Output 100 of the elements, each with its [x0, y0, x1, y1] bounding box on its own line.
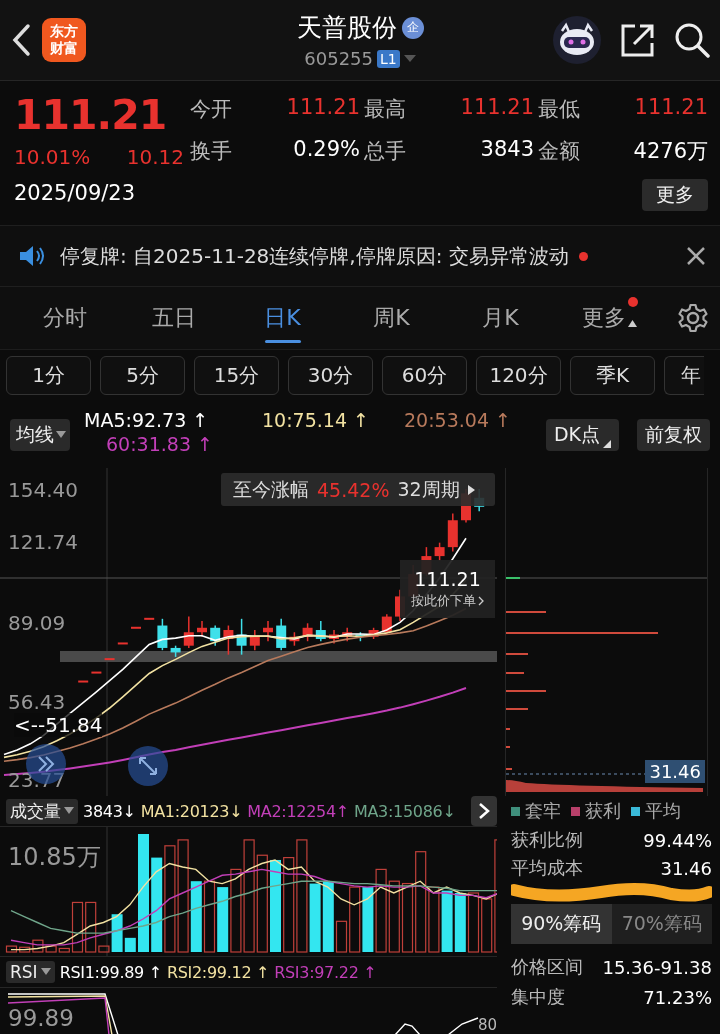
- notice-text[interactable]: 停复牌: 自2025-11-28连续停牌,停牌原因: 交易异常波动: [60, 242, 569, 270]
- diagonal-arrows-icon: [137, 755, 159, 777]
- candlestick: [368, 627, 379, 640]
- back-icon[interactable]: [10, 23, 32, 57]
- candlestick: [78, 680, 89, 683]
- chevron-right-icon: [478, 802, 490, 820]
- change-percent: 10.01%: [14, 145, 91, 169]
- period-button[interactable]: 年: [664, 356, 704, 395]
- chip-range-label: 价格区间: [511, 955, 583, 979]
- volume-bar: [467, 892, 480, 953]
- chart-tab[interactable]: 周K: [337, 287, 446, 349]
- candlestick: [276, 618, 287, 651]
- candlestick: [131, 626, 141, 629]
- share-icon[interactable]: [620, 22, 656, 58]
- range-periods: 32周期: [397, 476, 460, 502]
- chip-stat-value: 31.46: [660, 857, 712, 879]
- rsi-axis-label: 80: [478, 1016, 497, 1034]
- rsi-value: RSI3:97.22 ↑: [274, 962, 377, 982]
- candlestick: [157, 618, 168, 651]
- legend-label: 套牢: [525, 799, 561, 823]
- search-icon[interactable]: [674, 22, 710, 58]
- caret-down-icon[interactable]: [403, 54, 416, 63]
- current-price-tick: [506, 577, 520, 579]
- period-button[interactable]: 15分: [194, 356, 279, 395]
- candlestick: [183, 615, 194, 649]
- stat-label: 最高: [364, 96, 407, 123]
- close-icon[interactable]: [686, 246, 706, 266]
- volume-axis-label: 10.85万: [8, 842, 101, 873]
- chart-tab[interactable]: 月K: [446, 287, 555, 349]
- expand-arrows-button[interactable]: [128, 746, 168, 786]
- price-axis-label: 56.43: [8, 690, 66, 714]
- period-button[interactable]: 30分: [288, 356, 373, 395]
- change-amount: 10.12: [126, 145, 184, 169]
- ma-value: 10:75.14 ↑: [262, 409, 370, 431]
- volume-bar: [217, 887, 229, 952]
- chip-tab[interactable]: 70%筹码: [611, 904, 712, 944]
- period-button[interactable]: 5分: [100, 356, 185, 395]
- candlestick: [236, 618, 247, 656]
- chart-tab[interactable]: 分时: [10, 287, 119, 349]
- settings-icon[interactable]: [678, 303, 708, 333]
- candlestick: [263, 620, 273, 642]
- stat-label: 换手: [190, 138, 233, 165]
- average-cost-tag: 31.46: [645, 760, 705, 783]
- candlestick: [170, 644, 181, 658]
- volume-value: MA2:12254↑: [247, 801, 349, 821]
- stat-label: 金额: [538, 138, 581, 165]
- tooltip-price: 111.21: [414, 568, 481, 590]
- stock-code: 605255: [304, 48, 373, 69]
- candlestick: [289, 631, 300, 647]
- quote-date: 2025/09/23: [14, 181, 137, 205]
- order-link[interactable]: 按此价下单: [411, 592, 484, 610]
- stat-value: 111.21: [459, 95, 534, 121]
- candlestick: [249, 629, 260, 651]
- candlestick: [315, 620, 326, 642]
- stock-title: 天普股份: [296, 12, 397, 44]
- indicator-selector[interactable]: RSI: [6, 961, 55, 983]
- chart-tab[interactable]: 五日: [119, 287, 228, 349]
- legend-label: 获利: [585, 799, 621, 823]
- level-badge: L1: [377, 49, 400, 68]
- range-tag[interactable]: 至今涨幅 45.42% 32周期: [221, 473, 495, 506]
- dk-button[interactable]: DK点: [545, 419, 619, 451]
- period-button[interactable]: 60分: [382, 356, 467, 395]
- indicator-selector[interactable]: 均线: [10, 419, 70, 451]
- stat-label: 最低: [538, 96, 581, 123]
- indicator-selector[interactable]: 成交量: [6, 798, 78, 824]
- caret-up-icon: [628, 319, 637, 327]
- stat-value: 3843: [479, 137, 534, 163]
- period-button[interactable]: 季K: [570, 356, 655, 395]
- chart-tab[interactable]: 日K: [228, 287, 337, 349]
- candlestick: [329, 629, 339, 645]
- robot-avatar-icon[interactable]: [552, 15, 602, 65]
- period-button[interactable]: 1分: [6, 356, 91, 395]
- adjust-button[interactable]: 前复权: [637, 419, 710, 451]
- volume-bar: [454, 893, 466, 952]
- volume-value: 3843↓: [83, 801, 136, 821]
- volume-value: MA1:20123↓: [140, 801, 243, 821]
- ma-value: 20:53.04 ↑: [404, 409, 511, 431]
- chip-stat-label: 平均成本: [511, 856, 583, 880]
- chevron-right-icon: [478, 596, 484, 606]
- legend-label: 平均: [645, 799, 681, 823]
- candlestick: [117, 642, 128, 645]
- enterprise-badge: 企: [401, 16, 424, 39]
- caret-down-icon: [40, 968, 51, 976]
- chip-tab[interactable]: 90%筹码: [511, 904, 612, 944]
- speaker-icon: [18, 244, 46, 268]
- period-button[interactable]: 120分: [476, 356, 561, 395]
- rsi-value: RSI1:99.89 ↑: [59, 962, 162, 982]
- chip-range-label: 集中度: [511, 985, 565, 1009]
- low-price-marker: <--51.84: [14, 713, 103, 737]
- chart-tab[interactable]: 更多: [555, 287, 664, 349]
- next-button[interactable]: [471, 796, 497, 826]
- price-axis-label: 121.74: [8, 530, 78, 554]
- candlestick: [197, 620, 207, 638]
- caret-down-icon: [56, 431, 66, 439]
- chip-range-value: 15.36-91.38: [602, 956, 712, 978]
- more-button[interactable]: 更多: [642, 179, 708, 211]
- volume-bar: [362, 887, 374, 952]
- stat-value: 111.21: [285, 95, 360, 121]
- stat-value: 4276万: [632, 138, 708, 165]
- rsi-axis-label: 99.89: [8, 1005, 74, 1031]
